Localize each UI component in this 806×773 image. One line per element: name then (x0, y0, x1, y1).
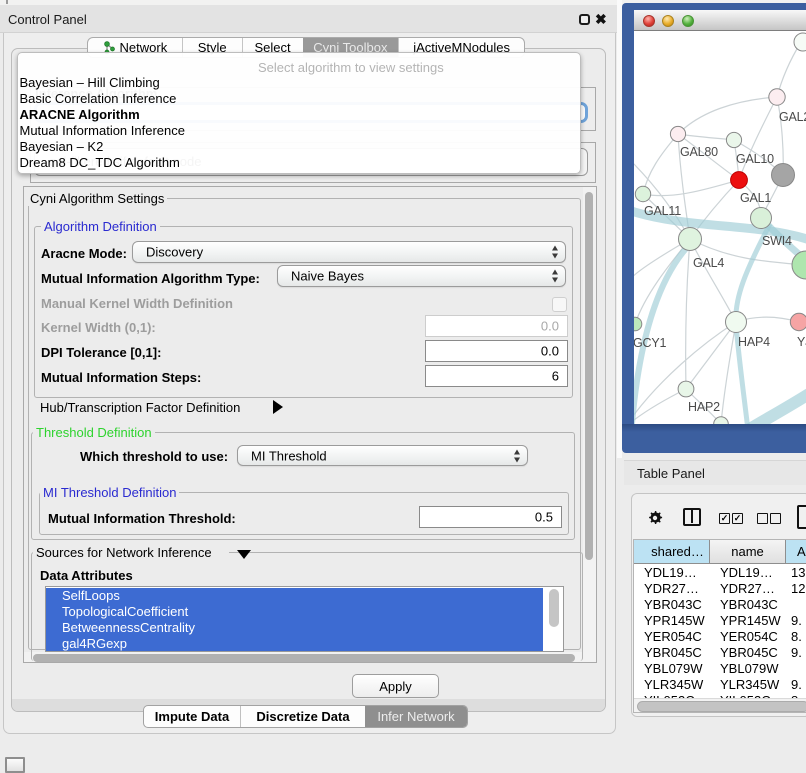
svg-text:SWI4: SWI4 (762, 234, 792, 248)
svg-text:HAP2: HAP2 (688, 400, 720, 414)
svg-text:GAL10: GAL10 (736, 152, 774, 166)
svg-text:YJ: YJ (797, 335, 806, 349)
svg-text:GAL1: GAL1 (740, 191, 771, 205)
svg-text:GAL80: GAL80 (680, 145, 718, 159)
svg-text:GCY1: GCY1 (634, 336, 666, 350)
svg-text:HAP4: HAP4 (738, 335, 770, 349)
svg-text:GAL4: GAL4 (693, 256, 724, 270)
svg-text:GAL2: GAL2 (779, 110, 806, 124)
svg-text:GAL11: GAL11 (644, 204, 681, 218)
